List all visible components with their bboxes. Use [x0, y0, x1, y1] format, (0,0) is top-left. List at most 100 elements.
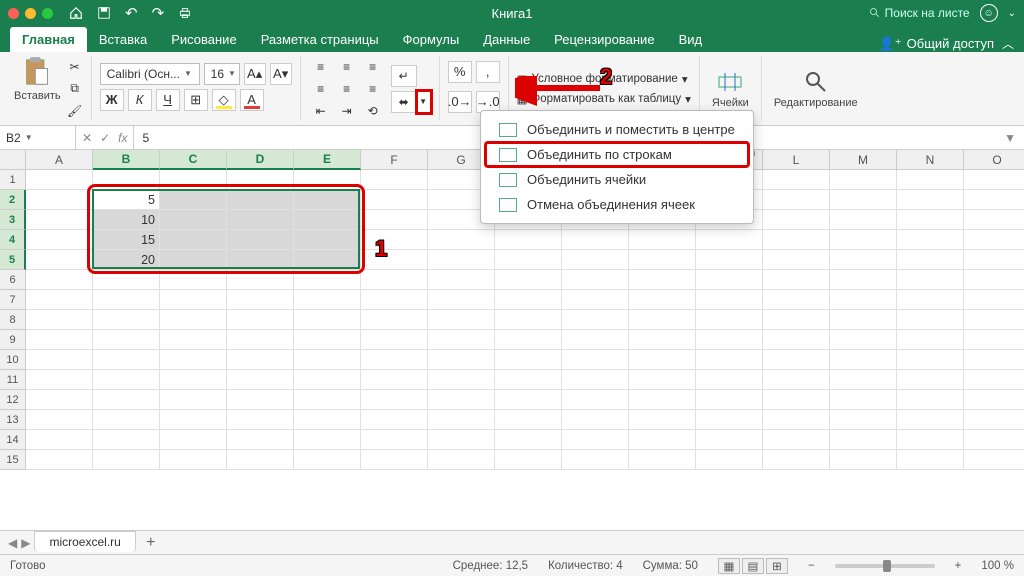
add-sheet-button[interactable]: + [140, 533, 162, 553]
cell-N14[interactable] [897, 430, 964, 450]
cell-B7[interactable] [93, 290, 160, 310]
cell-E15[interactable] [294, 450, 361, 470]
col-header-F[interactable]: F [361, 150, 428, 170]
cell-B8[interactable] [93, 310, 160, 330]
cell-F15[interactable] [361, 450, 428, 470]
cell-H4[interactable] [495, 230, 562, 250]
cell-L8[interactable] [763, 310, 830, 330]
cell-N12[interactable] [897, 390, 964, 410]
cell-K8[interactable] [696, 310, 763, 330]
cell-C11[interactable] [160, 370, 227, 390]
cell-C13[interactable] [160, 410, 227, 430]
cell-D4[interactable] [227, 230, 294, 250]
zoom-in-icon[interactable]: + [955, 560, 962, 572]
cell-M6[interactable] [830, 270, 897, 290]
cell-D14[interactable] [227, 430, 294, 450]
cell-D8[interactable] [227, 310, 294, 330]
cell-J7[interactable] [629, 290, 696, 310]
cell-K15[interactable] [696, 450, 763, 470]
cell-B12[interactable] [93, 390, 160, 410]
cell-C8[interactable] [160, 310, 227, 330]
select-all-corner[interactable] [0, 150, 26, 170]
cell-B9[interactable] [93, 330, 160, 350]
col-header-O[interactable]: O [964, 150, 1024, 170]
cell-E12[interactable] [294, 390, 361, 410]
tab-view[interactable]: Вид [667, 27, 715, 52]
cell-N5[interactable] [897, 250, 964, 270]
cell-N9[interactable] [897, 330, 964, 350]
cell-O6[interactable] [964, 270, 1024, 290]
cell-L13[interactable] [763, 410, 830, 430]
cell-A4[interactable] [26, 230, 93, 250]
cell-L10[interactable] [763, 350, 830, 370]
cell-A2[interactable] [26, 190, 93, 210]
cell-F14[interactable] [361, 430, 428, 450]
cell-I13[interactable] [562, 410, 629, 430]
format-painter-icon[interactable]: 🖌 [67, 103, 83, 119]
paste-button[interactable]: Вставить [14, 56, 61, 121]
col-header-B[interactable]: B [93, 150, 160, 170]
cell-F9[interactable] [361, 330, 428, 350]
cell-D9[interactable] [227, 330, 294, 350]
cell-N2[interactable] [897, 190, 964, 210]
cell-J5[interactable] [629, 250, 696, 270]
cell-C7[interactable] [160, 290, 227, 310]
percent-button[interactable]: % [448, 61, 472, 83]
cell-I4[interactable] [562, 230, 629, 250]
cell-E5[interactable] [294, 250, 361, 270]
cell-F7[interactable] [361, 290, 428, 310]
cell-O8[interactable] [964, 310, 1024, 330]
cell-I8[interactable] [562, 310, 629, 330]
tab-formulas[interactable]: Формулы [391, 27, 472, 52]
cell-L5[interactable] [763, 250, 830, 270]
comma-button[interactable]: , [476, 61, 500, 83]
cell-B1[interactable] [93, 170, 160, 190]
italic-button[interactable]: К [128, 89, 152, 111]
cell-C12[interactable] [160, 390, 227, 410]
cell-F10[interactable] [361, 350, 428, 370]
cell-J9[interactable] [629, 330, 696, 350]
cell-C4[interactable] [160, 230, 227, 250]
cell-E13[interactable] [294, 410, 361, 430]
cell-L2[interactable] [763, 190, 830, 210]
cell-C5[interactable] [160, 250, 227, 270]
cell-H11[interactable] [495, 370, 562, 390]
cell-G12[interactable] [428, 390, 495, 410]
cell-C10[interactable] [160, 350, 227, 370]
cell-H9[interactable] [495, 330, 562, 350]
cell-G6[interactable] [428, 270, 495, 290]
increase-decimal-icon[interactable]: .0→ [448, 91, 472, 113]
cell-A9[interactable] [26, 330, 93, 350]
col-header-E[interactable]: E [294, 150, 361, 170]
cell-A11[interactable] [26, 370, 93, 390]
undo-icon[interactable]: ↶ [125, 4, 138, 22]
cell-J10[interactable] [629, 350, 696, 370]
cut-icon[interactable]: ✂ [67, 59, 83, 75]
cell-C15[interactable] [160, 450, 227, 470]
editing-button[interactable]: Редактирование [770, 69, 862, 109]
cell-K6[interactable] [696, 270, 763, 290]
cell-N7[interactable] [897, 290, 964, 310]
cell-E10[interactable] [294, 350, 361, 370]
cell-H12[interactable] [495, 390, 562, 410]
cell-J11[interactable] [629, 370, 696, 390]
cell-G10[interactable] [428, 350, 495, 370]
cell-C1[interactable] [160, 170, 227, 190]
align-bottom-icon[interactable]: ≡ [361, 57, 385, 77]
cell-H8[interactable] [495, 310, 562, 330]
formula-input[interactable]: 5 [134, 131, 157, 145]
col-header-N[interactable]: N [897, 150, 964, 170]
cell-I9[interactable] [562, 330, 629, 350]
cell-A8[interactable] [26, 310, 93, 330]
cell-M4[interactable] [830, 230, 897, 250]
cell-O10[interactable] [964, 350, 1024, 370]
cell-O15[interactable] [964, 450, 1024, 470]
row-header-2[interactable]: 2 [0, 190, 26, 210]
cell-D5[interactable] [227, 250, 294, 270]
cell-O7[interactable] [964, 290, 1024, 310]
cell-D1[interactable] [227, 170, 294, 190]
cell-K4[interactable] [696, 230, 763, 250]
cell-B11[interactable] [93, 370, 160, 390]
zoom-slider[interactable] [835, 564, 935, 568]
cell-I12[interactable] [562, 390, 629, 410]
